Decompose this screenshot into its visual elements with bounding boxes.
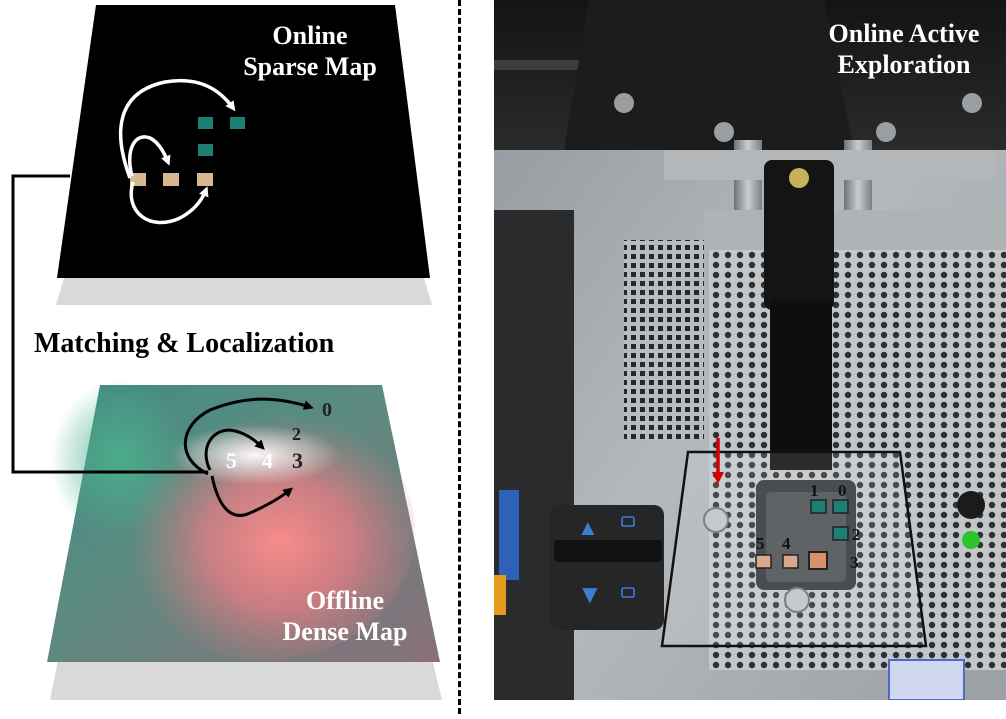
probe-body (770, 300, 832, 470)
screw-head (614, 93, 634, 113)
up-arrow-icon: ▲ (577, 515, 599, 540)
blue-label-sticker (888, 659, 965, 700)
dense-map-title-line2: Dense Map (282, 617, 408, 646)
green-led (962, 531, 980, 549)
down-arrow-icon: ▼ (577, 580, 603, 609)
dense-cell-label-4: 4 (262, 448, 273, 473)
explore-cell-label-5: 5 (756, 534, 765, 553)
right-panel-photo: 1 0 2 5 4 3 ▲ ▼ Online Active Exploratio… (494, 0, 1006, 700)
explore-tan-cell (808, 551, 828, 570)
orange-button (494, 575, 506, 615)
explore-cell-label-4: 4 (782, 534, 791, 553)
dense-cell-label-0: 0 (322, 399, 332, 421)
sparse-tan-cell (163, 173, 179, 186)
dense-map-title: Offline Dense Map (250, 585, 440, 647)
explore-cell-label-3: 3 (850, 553, 859, 572)
panel-divider (458, 0, 461, 714)
dense-cell-label-2: 2 (292, 424, 301, 444)
solid-strip (704, 210, 1006, 250)
explore-teal-cell (810, 499, 827, 514)
usb-port (499, 490, 519, 580)
sparse-map-title-line2: Sparse Map (243, 52, 377, 81)
exploration-scene: 1 0 2 5 4 3 ▲ ▼ (494, 0, 1006, 700)
sparse-map-title-line1: Online (272, 21, 348, 50)
sparse-teal-cell (198, 144, 213, 156)
matching-localization-label: Matching & Localization (34, 328, 335, 359)
explore-cell-label-2: 2 (852, 525, 861, 544)
sparse-teal-cell (198, 117, 213, 129)
left-panel: 5 4 3 2 0 Online Sparse Map Matching & L… (0, 0, 455, 714)
sparse-map-title: Online Sparse Map (215, 20, 405, 82)
dense-map-title-line1: Offline (306, 586, 384, 615)
dense-cell-label-5: 5 (226, 448, 237, 473)
explore-cell-label-1: 1 (810, 481, 819, 500)
button-module-divider (554, 540, 662, 562)
explore-teal-cell (832, 499, 849, 514)
dense-cell-label-3: 3 (292, 448, 303, 473)
button-module (549, 505, 664, 630)
sparse-teal-cell (230, 117, 245, 129)
probe-tip (789, 168, 809, 188)
slotted-grille (624, 240, 704, 440)
explore-tan-cell (782, 554, 799, 569)
dense-map-white-blob (170, 425, 340, 485)
led-housing (957, 491, 985, 519)
socket-screw (784, 587, 810, 613)
explore-cell-label-0: 0 (838, 481, 847, 500)
socket-screw (703, 507, 729, 533)
screw-head (876, 122, 896, 142)
exploration-title: Online Active Exploration (804, 18, 1004, 80)
screw-head (714, 122, 734, 142)
exploration-title-line1: Online Active (828, 19, 980, 48)
exploration-title-line2: Exploration (837, 50, 971, 79)
sparse-tan-cell (197, 173, 213, 186)
screw-head (962, 93, 982, 113)
explore-tan-cell (755, 554, 772, 569)
explore-teal-cell (832, 526, 849, 541)
